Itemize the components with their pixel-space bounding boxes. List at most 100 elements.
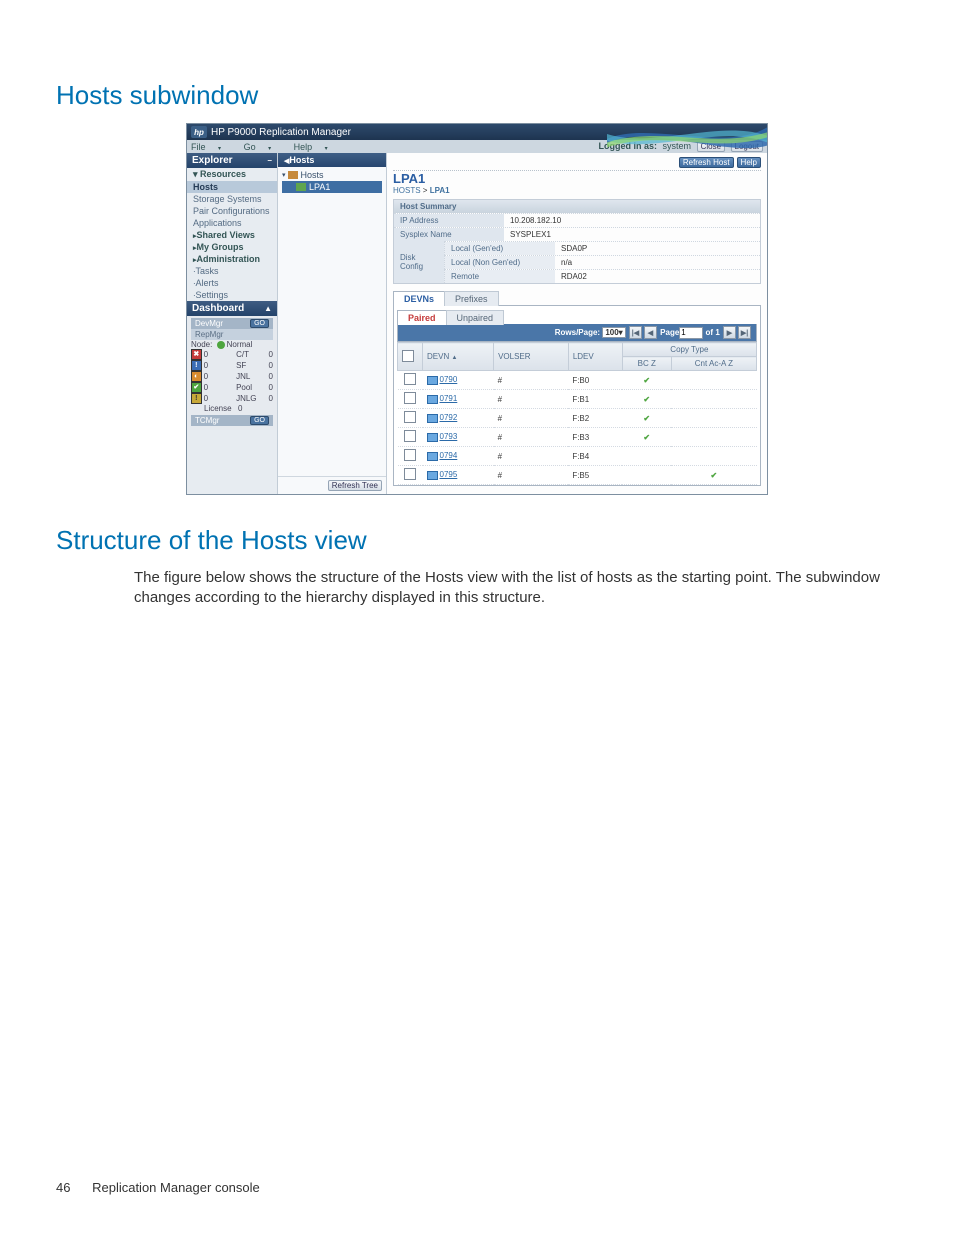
devn-link[interactable]: 0790 (440, 375, 458, 384)
disk-icon (427, 471, 438, 480)
titlebar: hp HP P9000 Replication Manager (187, 124, 767, 140)
logout-button[interactable]: Logout (731, 141, 763, 152)
devn-link[interactable]: 0793 (440, 432, 458, 441)
help-button[interactable]: Help (737, 157, 761, 168)
warn-icon: ! (191, 393, 202, 404)
volser-cell: # (494, 371, 569, 390)
nav-shared[interactable]: Shared Views (187, 229, 277, 241)
close-button[interactable]: Close (697, 141, 725, 152)
row-checkbox[interactable] (404, 392, 416, 404)
menu-go[interactable]: Go ▾ (244, 142, 282, 152)
ldev-cell: F:B1 (568, 390, 622, 409)
col-ldev[interactable]: LDEV (568, 343, 622, 371)
devn-link[interactable]: 0791 (440, 394, 458, 403)
nav-resources[interactable]: ▾ Resources (187, 168, 277, 181)
row-checkbox[interactable] (404, 373, 416, 385)
hp-logo-icon: hp (191, 126, 207, 138)
ldev-cell: F:B4 (568, 447, 622, 466)
crumb-root[interactable]: HOSTS (393, 186, 421, 195)
table-row[interactable]: 0791 #F:B1 ✔ (398, 390, 757, 409)
app-window: hp HP P9000 Replication Manager File ▾ G… (186, 123, 768, 495)
explorer-header[interactable]: Explorer– (187, 153, 277, 168)
tab-prefixes[interactable]: Prefixes (444, 291, 499, 306)
page-last-icon[interactable]: ▶| (738, 326, 751, 339)
page-first-icon[interactable]: |◀ (629, 326, 642, 339)
pager: Rows/Page: 100 |◀ ◀ Page of 1 ▶ ▶| (397, 324, 757, 342)
col-devn[interactable]: DEVN ▲ (423, 343, 494, 371)
dash-devmgr[interactable]: DevMgr GO (191, 318, 273, 329)
tab-paired[interactable]: Paired (397, 310, 447, 325)
left-panel: Explorer– ▾ Resources Hosts Storage Syst… (187, 153, 277, 494)
page-input[interactable] (679, 327, 703, 339)
col-cnt[interactable]: Cnt Ac-A Z (671, 357, 756, 371)
tree-header[interactable]: Hosts (278, 153, 386, 167)
table-row[interactable]: 0792#F:B2✔ (398, 409, 757, 428)
table-row[interactable]: 0790#F:B0✔ (398, 371, 757, 390)
host-summary-header: Host Summary (394, 200, 760, 213)
footer-title: Replication Manager console (92, 1180, 260, 1195)
section1-heading: Hosts subwindow (56, 80, 898, 111)
refresh-host-button[interactable]: Refresh Host (679, 157, 734, 168)
row-checkbox[interactable] (404, 468, 416, 480)
nav-hosts[interactable]: Hosts (187, 181, 277, 193)
main-panel: Refresh Host Help LPA1 HOSTS > LPA1 Host… (386, 153, 767, 494)
dashboard-header[interactable]: Dashboard▲ (187, 301, 277, 316)
nav-storage[interactable]: Storage Systems (187, 193, 277, 205)
col-checkbox[interactable] (398, 343, 423, 371)
folder-icon (288, 171, 298, 179)
nav-tasks[interactable]: Tasks (187, 265, 277, 277)
page-number: 46 (56, 1180, 70, 1195)
tab-unpaired[interactable]: Unpaired (446, 310, 505, 325)
page-next-icon[interactable]: ▶ (723, 326, 736, 339)
check-icon: ✔ (191, 382, 202, 393)
row-checkbox[interactable] (404, 449, 416, 461)
tab-devns[interactable]: DEVNs (393, 291, 445, 306)
nav-apps[interactable]: Applications (187, 217, 277, 229)
dash-tcmgr[interactable]: TCMgr GO (191, 415, 273, 426)
go-button[interactable]: GO (250, 416, 269, 425)
nav-alerts[interactable]: Alerts (187, 277, 277, 289)
go-button[interactable]: GO (250, 319, 269, 328)
dash-license: License (204, 404, 238, 413)
table-row[interactable]: 0795#F:B5✔ (398, 466, 757, 485)
disk-icon (427, 376, 438, 385)
col-copytype: Copy Type (622, 343, 756, 357)
cnt-cell (671, 371, 756, 390)
collapse-icon[interactable]: – (268, 156, 272, 165)
col-bcz[interactable]: BC Z (622, 357, 671, 371)
devn-link[interactable]: 0795 (440, 470, 458, 479)
volser-cell: # (494, 390, 569, 409)
cnt-cell (671, 390, 756, 409)
devn-link[interactable]: 0794 (440, 451, 458, 460)
col-volser[interactable]: VOLSER (494, 343, 569, 371)
menu-file[interactable]: File ▾ (191, 142, 231, 152)
devn-link[interactable]: 0792 (440, 413, 458, 422)
row-checkbox[interactable] (404, 411, 416, 423)
nav-pair[interactable]: Pair Configurations (187, 205, 277, 217)
tree-child-lpa1[interactable]: LPA1 (282, 181, 382, 193)
row-checkbox[interactable] (404, 430, 416, 442)
page-prev-icon[interactable]: ◀ (644, 326, 657, 339)
check-icon: ✔ (643, 376, 650, 385)
ip-value: 10.208.182.10 (504, 214, 760, 227)
auth-label: Logged in as: (599, 141, 658, 151)
volser-cell: # (494, 447, 569, 466)
table-row[interactable]: 0793#F:B3✔ (398, 428, 757, 447)
rows-per-page-select[interactable]: 100 (602, 327, 625, 338)
ldev-cell: F:B3 (568, 428, 622, 447)
tree-root[interactable]: ▾ Hosts (282, 169, 382, 181)
nav-mygroups[interactable]: My Groups (187, 241, 277, 253)
nav-settings[interactable]: Settings (187, 289, 277, 301)
dash-repmgr[interactable]: RepMgr (191, 329, 273, 340)
check-icon: ✔ (643, 395, 650, 404)
volser-cell: # (494, 428, 569, 447)
bcz-cell: ✔ (622, 409, 671, 428)
menu-help[interactable]: Help ▾ (294, 142, 338, 152)
table-row[interactable]: 0794 #F:B4 (398, 447, 757, 466)
nav-admin[interactable]: Administration (187, 253, 277, 265)
collapse-icon[interactable]: ▲ (264, 304, 272, 313)
refresh-tree-button[interactable]: Refresh Tree (328, 480, 382, 491)
disk-icon (427, 395, 438, 404)
tree-panel: Hosts ▾ Hosts LPA1 Refresh Tree (277, 153, 386, 494)
bcz-cell (622, 466, 671, 485)
